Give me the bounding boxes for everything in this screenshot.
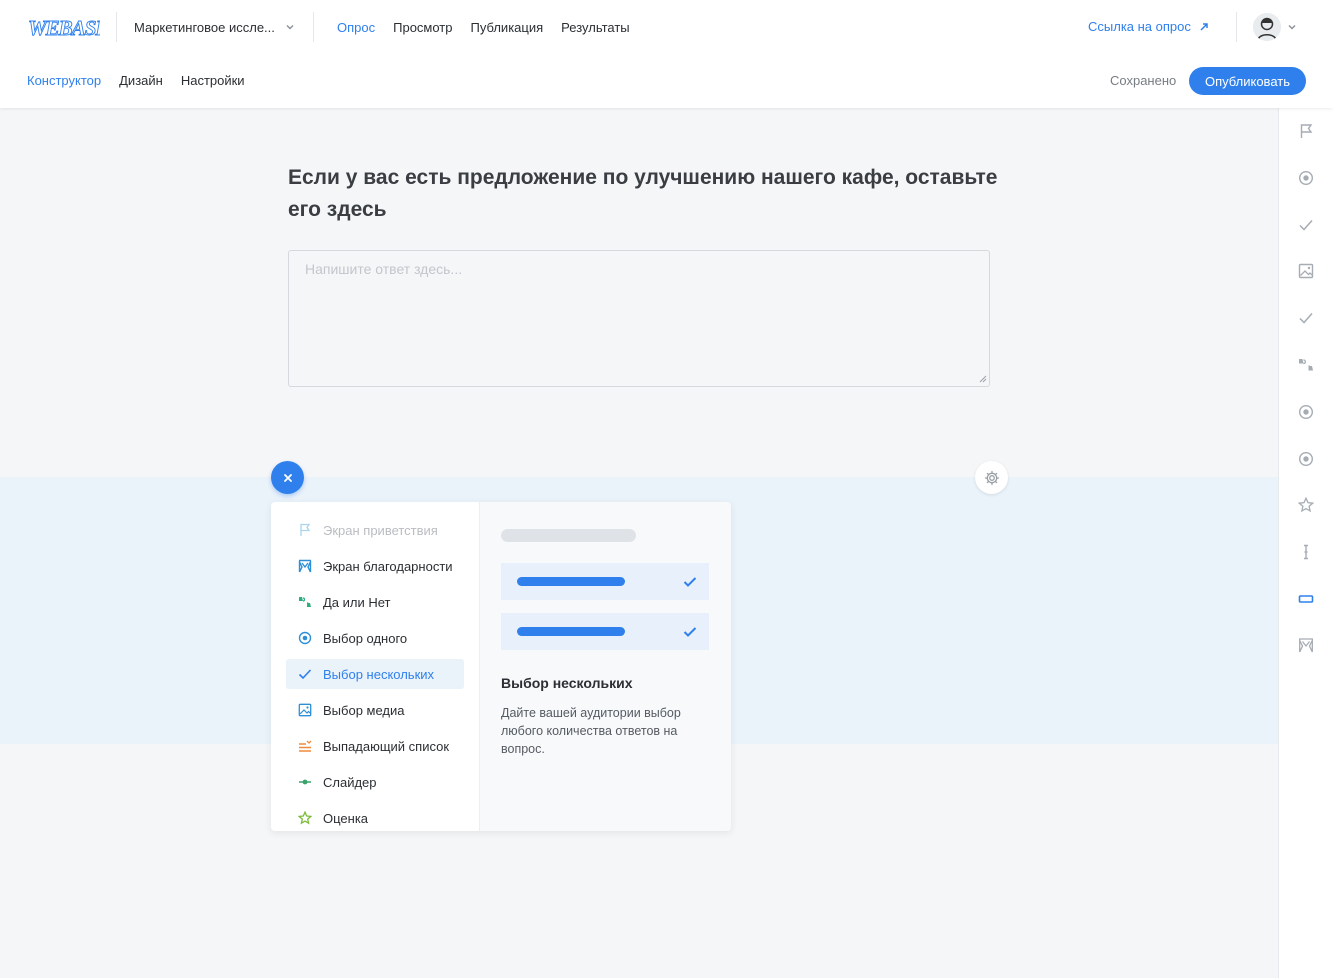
resize-grip-icon[interactable] bbox=[977, 373, 987, 383]
settings-button[interactable] bbox=[975, 461, 1008, 494]
save-status: Сохранено bbox=[1110, 73, 1177, 88]
tab-preview[interactable]: Просмотр bbox=[393, 20, 452, 35]
type-item-thanks[interactable]: Экран благодарности bbox=[286, 551, 464, 581]
preview-option-line bbox=[517, 577, 625, 586]
input-icon[interactable] bbox=[1297, 590, 1315, 608]
check-icon[interactable] bbox=[1297, 216, 1315, 234]
radio-icon[interactable] bbox=[1297, 450, 1315, 468]
close-button[interactable] bbox=[271, 461, 304, 494]
tab-publication[interactable]: Публикация bbox=[471, 20, 544, 35]
type-item-label: Экран благодарности bbox=[323, 558, 453, 574]
webask-logo[interactable]: WEBASK bbox=[28, 15, 100, 39]
question-type-list: Экран приветствия Экран благодарности Да… bbox=[271, 502, 480, 831]
survey-name: Маркетинговое иссле... bbox=[134, 19, 275, 35]
type-item-label: Выбор одного bbox=[323, 630, 408, 646]
thumbs-icon bbox=[298, 595, 312, 609]
preview-skeleton-bar bbox=[501, 529, 636, 542]
preview-option-line bbox=[517, 627, 625, 636]
question-title[interactable]: Если у вас есть предложение по улучшению… bbox=[288, 162, 1008, 226]
radio-icon bbox=[298, 631, 312, 645]
publish-button[interactable]: Опубликовать bbox=[1189, 67, 1306, 95]
image-icon bbox=[298, 703, 312, 717]
tab-design[interactable]: Дизайн bbox=[119, 73, 163, 88]
thumbs-icon[interactable] bbox=[1297, 356, 1315, 374]
type-item-single-choice[interactable]: Выбор одного bbox=[286, 623, 464, 653]
type-item-label: Слайдер bbox=[323, 774, 377, 790]
tab-results[interactable]: Результаты bbox=[561, 20, 629, 35]
type-item-label: Да или Нет bbox=[323, 594, 391, 610]
external-arrow-icon bbox=[1200, 22, 1208, 31]
sub-tabs: Конструктор Дизайн Настройки bbox=[27, 73, 245, 88]
star-icon bbox=[298, 811, 312, 825]
check-icon[interactable] bbox=[1297, 309, 1315, 327]
check-icon bbox=[683, 626, 697, 637]
type-item-welcome: Экран приветствия bbox=[286, 515, 464, 545]
user-menu[interactable] bbox=[1236, 12, 1297, 42]
answer-textarea[interactable] bbox=[288, 250, 990, 387]
type-item-dropdown[interactable]: Выпадающий список bbox=[286, 731, 464, 761]
type-item-rating[interactable]: Оценка bbox=[286, 803, 464, 831]
main-tabs: Опрос Просмотр Публикация Результаты bbox=[313, 12, 630, 42]
slider-icon bbox=[298, 775, 312, 789]
chevron-down-icon bbox=[286, 25, 294, 30]
tab-survey[interactable]: Опрос bbox=[337, 20, 375, 35]
type-item-media[interactable]: Выбор медиа bbox=[286, 695, 464, 725]
theater-icon bbox=[298, 559, 312, 573]
gear-icon bbox=[984, 470, 999, 485]
right-toolbar bbox=[1278, 108, 1333, 978]
list-icon bbox=[298, 739, 312, 753]
type-item-label: Выбор медиа bbox=[323, 702, 405, 718]
radio-icon[interactable] bbox=[1297, 169, 1315, 187]
survey-selector[interactable]: Маркетинговое иссле... bbox=[116, 12, 295, 42]
type-item-slider[interactable]: Слайдер bbox=[286, 767, 464, 797]
theater-icon[interactable] bbox=[1297, 636, 1315, 654]
type-item-yes-no[interactable]: Да или Нет bbox=[286, 587, 464, 617]
svg-text:WEBASK: WEBASK bbox=[28, 16, 100, 39]
flag-icon bbox=[298, 523, 312, 537]
text-cursor-icon[interactable] bbox=[1297, 543, 1315, 561]
type-item-multiple-choice[interactable]: Выбор нескольких bbox=[286, 659, 464, 689]
avatar bbox=[1253, 13, 1281, 41]
survey-link-label: Ссылка на опрос bbox=[1088, 19, 1191, 34]
type-item-label: Экран приветствия bbox=[323, 522, 438, 538]
star-icon[interactable] bbox=[1297, 496, 1315, 514]
type-item-label: Выпадающий список bbox=[323, 738, 450, 754]
image-icon[interactable] bbox=[1297, 262, 1315, 280]
check-icon bbox=[298, 667, 312, 681]
close-icon bbox=[283, 473, 292, 482]
question-type-picker: Экран приветствия Экран благодарности Да… bbox=[271, 502, 731, 831]
preview-description: Дайте вашей аудитории выбор любого колич… bbox=[501, 706, 681, 756]
radio-icon[interactable] bbox=[1297, 403, 1315, 421]
check-icon bbox=[683, 576, 697, 587]
chevron-down-icon bbox=[1288, 25, 1296, 30]
type-item-label: Выбор нескольких bbox=[323, 666, 435, 682]
top-header: WEBASK Маркетинговое иссле... Опрос Прос… bbox=[0, 0, 1333, 108]
tab-constructor[interactable]: Конструктор bbox=[27, 73, 101, 88]
survey-link[interactable]: Ссылка на опрос bbox=[1088, 19, 1209, 34]
type-preview: Выбор нескольких Дайте вашей аудитории в… bbox=[480, 502, 731, 831]
preview-title: Выбор нескольких bbox=[501, 675, 633, 691]
tab-settings[interactable]: Настройки bbox=[181, 73, 245, 88]
type-item-label: Оценка bbox=[323, 810, 369, 826]
flag-icon[interactable] bbox=[1297, 122, 1315, 140]
preview-option bbox=[501, 563, 709, 600]
preview-option bbox=[501, 613, 709, 650]
